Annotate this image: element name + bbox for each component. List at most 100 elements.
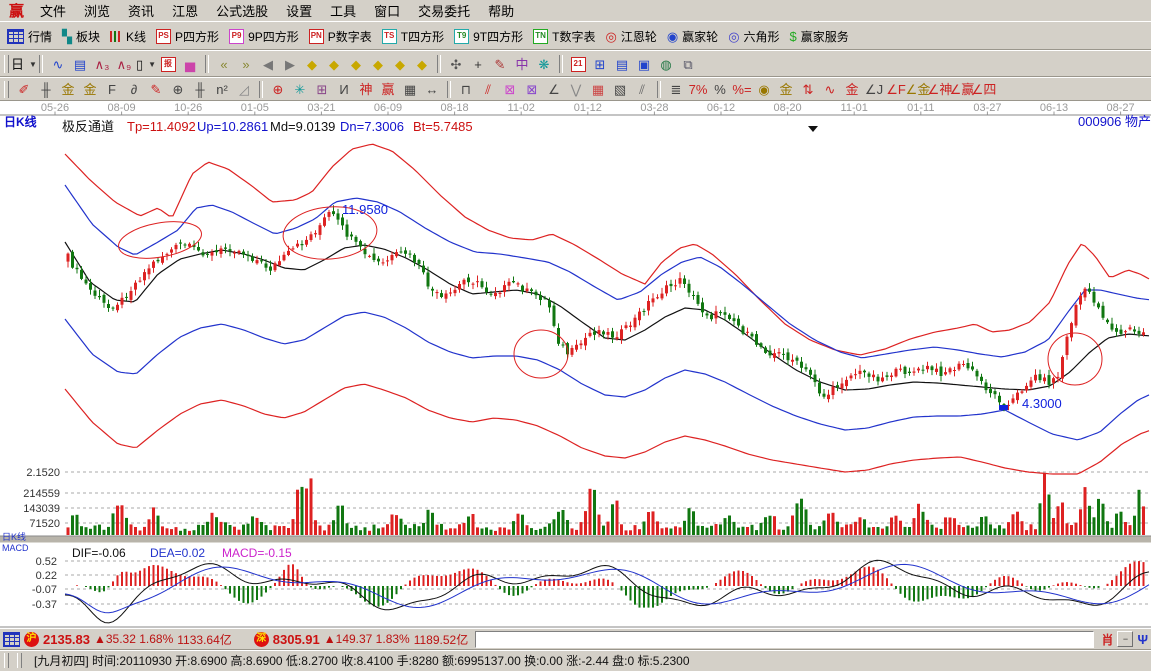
hand-tool-button[interactable]: ✣ [445,57,467,72]
winner-service-button[interactable]: $赢家服务 [785,27,854,46]
menu-item-6[interactable]: 工具 [321,2,365,21]
diamond-tool-4-button[interactable]: ◆ [367,57,389,72]
zhong-tool-button[interactable]: 中 [511,57,533,72]
menu-item-4[interactable]: 公式选股 [207,2,277,21]
next-button-button[interactable]: ▶ [279,57,301,72]
xiao-button[interactable]: 肖 [1101,631,1113,648]
angle-si-tool-button[interactable]: ∠四 [973,82,995,97]
capture-icon-button[interactable]: ⧉ [677,57,699,72]
measure-tool-button[interactable]: ✎ [489,57,511,72]
grid-arrow-tool-button[interactable]: ▧ [609,82,631,97]
sectors-button[interactable]: ▚板块 [57,27,105,46]
spiral-grid-button[interactable]: ∂ [123,82,145,97]
crosshair-tool-button[interactable]: + [467,57,489,72]
colored-hist-icon-button[interactable]: ▅ [179,57,201,72]
gold-grid-1-button[interactable]: 金 [57,82,79,97]
fan-box-purple-button[interactable]: ⊠ [521,82,543,97]
menu-item-9[interactable]: 帮助 [479,2,523,21]
diamond-tool-1-button[interactable]: ◆ [301,57,323,72]
hist-tool-button[interactable]: ≣ [665,82,687,97]
angle-j-tool-button[interactable]: ∠J [863,82,885,97]
9p-square-button[interactable]: P99P四方形 [224,27,304,46]
grid-tool-b-button[interactable]: ╫ [189,82,211,97]
toolbar-grip[interactable] [4,55,9,73]
angle-f-tool-button[interactable]: ∠F [885,82,907,97]
ying-tool-button[interactable]: 赢 [377,82,399,97]
fractal-tool-button[interactable]: ❋ [533,57,555,72]
web-grid-tool-button[interactable]: ⊞ [311,82,333,97]
menu-item-8[interactable]: 交易委托 [409,2,479,21]
diamond-tool-3-button[interactable]: ◆ [345,57,367,72]
gold-grid-2-button[interactable]: 金 [79,82,101,97]
period-dropdown-button[interactable]: 日▼ [13,57,35,72]
doc-icon-button[interactable]: ▤ [69,57,91,72]
pct-line-tool-button[interactable]: %= [731,82,753,97]
v-tool-button[interactable]: ⋁ [565,82,587,97]
wave9-icon-button[interactable]: ∧₉ [113,57,135,72]
pane-splitter[interactable] [0,536,1151,543]
hexagon-button[interactable]: ◎六角形 [723,27,784,46]
first-page-button-button[interactable]: « [213,57,235,72]
menu-item-3[interactable]: 江恩 [163,2,207,21]
menu-item-0[interactable]: 文件 [31,2,75,21]
9t-square-button[interactable]: T99T四方形 [449,27,528,46]
wave3-icon-button[interactable]: ∧₃ [91,57,113,72]
pane-tab-macd[interactable]: MACD [2,543,29,553]
angle-tool-button[interactable]: ∠ [543,82,565,97]
toolbar-grip[interactable] [4,81,9,97]
angle-gold-tool-button[interactable]: ∠金 [907,82,929,97]
gold-red-tool-button[interactable]: 金 [841,82,863,97]
quick-code-input[interactable] [475,631,1094,648]
last-page-button-button[interactable]: » [235,57,257,72]
gann-wheel-button[interactable]: ◎江恩轮 [600,27,661,46]
f-grid-button[interactable]: F [101,82,123,97]
menu-item-2[interactable]: 资讯 [119,2,163,21]
calendar-icon-button[interactable]: 21 [567,56,589,73]
range-tool-button[interactable]: ↔ [421,82,443,97]
star-tool-button[interactable]: ✳ [289,82,311,97]
target-tool-button[interactable]: ⊕ [267,82,289,97]
menu-item-1[interactable]: 浏览 [75,2,119,21]
kline-chart[interactable]: 05-2608-0910-2601-0503-2106-0908-1811-02… [0,101,1151,628]
pen-tool-2-button[interactable]: ✎ [145,82,167,97]
collapse-button[interactable]: − [1117,631,1133,647]
quotes-table-icon[interactable] [3,632,20,647]
calculator-icon-button[interactable]: ⊞ [589,57,611,72]
quotes-button[interactable]: 行情 [2,27,57,46]
shen-tool-button[interactable]: 神 [355,82,377,97]
pane-tab-kline[interactable]: 日K线 [2,531,26,542]
diamond-tool-5-button[interactable]: ◆ [389,57,411,72]
n-square-tool-button[interactable]: n² [211,82,233,97]
pct7-tool-button[interactable]: 7% [687,82,709,97]
curve-icon-button[interactable]: ∿ [47,57,69,72]
web-icon-button[interactable]: ◍ [655,57,677,72]
save-icon-button[interactable]: ▣ [633,57,655,72]
iv-tool-button[interactable]: И [333,82,355,97]
p-square-button[interactable]: PSP四方形 [151,27,224,46]
diamond-tool-6-button[interactable]: ◆ [411,57,433,72]
report-icon-button[interactable]: 报 [157,56,179,73]
pct-tool-button[interactable]: % [709,82,731,97]
p-number-table-button[interactable]: PNP数字表 [304,27,377,46]
num-grid-tool-button[interactable]: ▦ [399,82,421,97]
statusbar-grip2[interactable] [17,653,22,668]
angle-shen-tool-button[interactable]: ∠神 [929,82,951,97]
compass-tool-button[interactable]: ⊕ [167,82,189,97]
flag-tool-button[interactable]: ◿ [233,82,255,97]
winner-wheel-button[interactable]: ◉赢家轮 [662,27,723,46]
angle-ying-tool-button[interactable]: ∠赢 [951,82,973,97]
gold-line-tool-button[interactable]: 金 [775,82,797,97]
grid-red-tool-button[interactable]: ▦ [587,82,609,97]
pen-tool-button[interactable]: ✐ [13,82,35,97]
parallel-tool-button[interactable]: ⫽ [631,82,653,97]
menu-item-5[interactable]: 设置 [277,2,321,21]
prev-button-button[interactable]: ◀ [257,57,279,72]
box-tool-button[interactable]: ⊓ [455,82,477,97]
t-number-table-button[interactable]: TNT数字表 [528,27,600,46]
candle-style-dropdown-button[interactable]: ▯▼ [135,57,157,72]
fan-box-magenta-button[interactable]: ⊠ [499,82,521,97]
menu-item-7[interactable]: 窗口 [365,2,409,21]
grid-tool-a-button[interactable]: ╫ [35,82,57,97]
gold-circle-tool-button[interactable]: ◉ [753,82,775,97]
notes-icon-button[interactable]: ▤ [611,57,633,72]
